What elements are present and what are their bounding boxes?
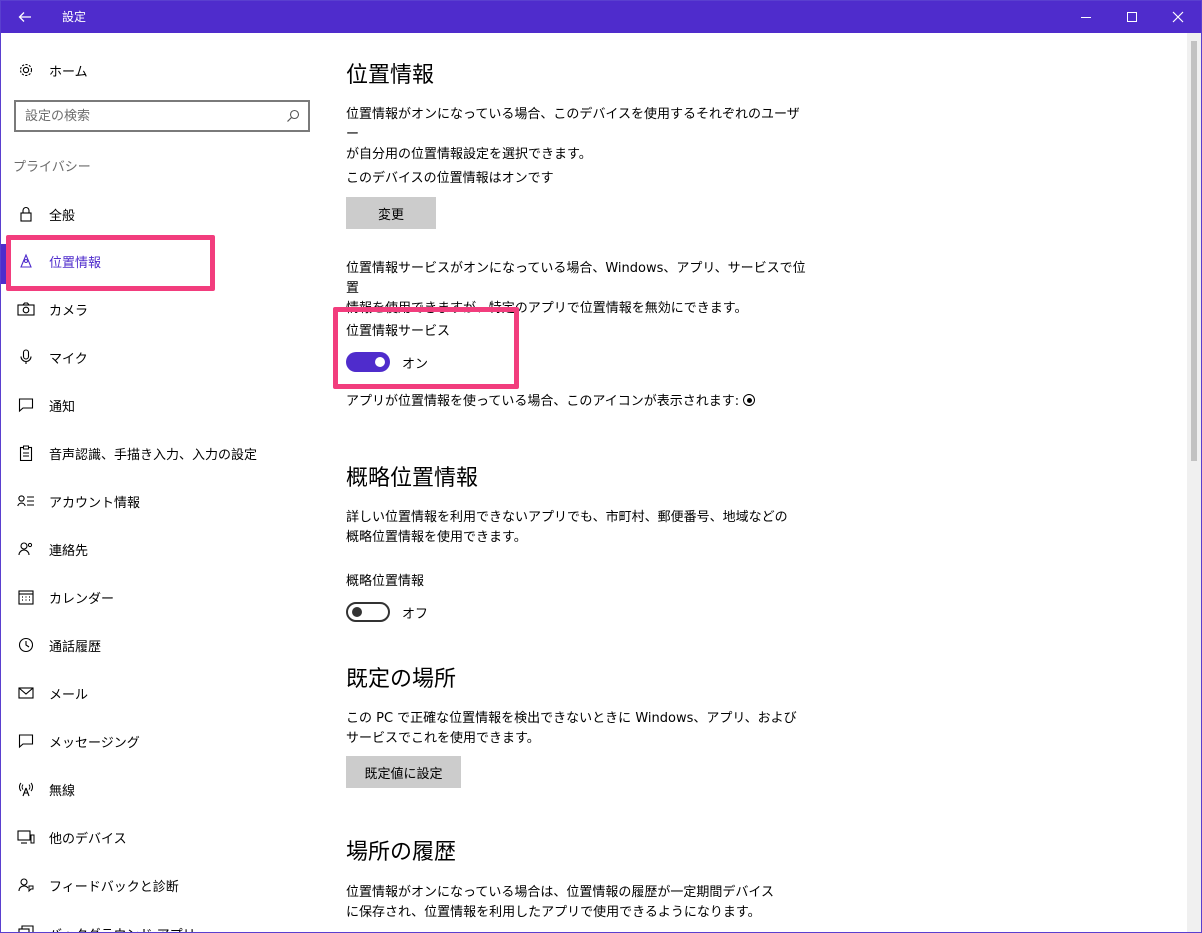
approximate-location-heading: 概略位置情報 bbox=[346, 466, 479, 491]
sidebar-item-label: 他のデバイス bbox=[49, 831, 127, 847]
sidebar-item-microphone[interactable]: マイク bbox=[1, 337, 331, 377]
default-location-description-line2: サービスでこれを使用できます。 bbox=[346, 731, 540, 746]
minimize-icon bbox=[1081, 16, 1091, 18]
sidebar-item-label: メール bbox=[49, 687, 89, 703]
sidebar-item-label: 音声認識、手描き入力、入力の設定 bbox=[49, 447, 258, 463]
approximate-location-toggle[interactable] bbox=[346, 602, 390, 622]
sidebar-item-contacts[interactable]: 連絡先 bbox=[1, 529, 331, 569]
minimize-button[interactable] bbox=[1063, 1, 1109, 33]
sidebar-item-radios[interactable]: 無線 bbox=[1, 769, 331, 809]
clipboard-icon bbox=[17, 444, 35, 462]
sidebar-item-label: カメラ bbox=[49, 303, 89, 319]
scroll-thumb[interactable] bbox=[1191, 41, 1197, 461]
window-title: 設定 bbox=[62, 10, 87, 24]
contacts-icon bbox=[17, 540, 35, 558]
sidebar-item-mail[interactable]: メール bbox=[1, 673, 331, 713]
call-history-icon bbox=[17, 636, 35, 654]
sidebar-item-label: 無線 bbox=[49, 783, 76, 799]
sidebar-item-label: バックグラウンド アプリ bbox=[49, 924, 196, 933]
maximize-icon bbox=[1127, 12, 1137, 22]
location-in-use-icon bbox=[743, 394, 756, 406]
sidebar-item-label: カレンダー bbox=[49, 591, 115, 607]
highlight-box-location-nav bbox=[6, 235, 215, 291]
location-icon-note: アプリが位置情報を使っている場合、このアイコンが表示されます: bbox=[346, 392, 826, 412]
location-description: 位置情報がオンになっている場合、このデバイスを使用するそれぞれのユーザー が自分… bbox=[346, 105, 806, 165]
sidebar-item-general[interactable]: 全般 bbox=[1, 194, 331, 234]
change-button[interactable]: 変更 bbox=[346, 197, 436, 229]
microphone-icon bbox=[17, 348, 35, 366]
account-info-icon bbox=[17, 492, 35, 510]
scrollbar[interactable] bbox=[1187, 33, 1201, 932]
sidebar-item-calendar[interactable]: カレンダー bbox=[1, 577, 331, 617]
arrow-left-icon bbox=[18, 12, 31, 22]
sidebar-item-messaging[interactable]: メッセージング bbox=[1, 721, 331, 761]
search-box[interactable] bbox=[14, 100, 310, 132]
calendar-icon bbox=[17, 588, 35, 606]
approximate-location-description-line1: 詳しい位置情報を利用できないアプリでも、市町村、郵便番号、地域などの bbox=[346, 510, 788, 525]
sidebar-item-label: 全般 bbox=[49, 208, 76, 224]
sidebar: ホーム プライバシー 全般 位置情報 カメラ マイク 通知 bbox=[1, 33, 331, 933]
sidebar-item-label: メッセージング bbox=[49, 735, 140, 751]
mail-icon bbox=[17, 684, 35, 702]
feedback-icon bbox=[17, 876, 35, 894]
background-apps-icon bbox=[17, 924, 35, 932]
highlight-box-location-service bbox=[333, 307, 519, 389]
toggle-knob bbox=[352, 607, 362, 617]
search-icon bbox=[287, 109, 300, 122]
default-location-heading: 既定の場所 bbox=[346, 667, 457, 692]
sidebar-item-label: 通話履歴 bbox=[49, 639, 102, 655]
close-button[interactable] bbox=[1155, 1, 1201, 33]
location-history-description: 位置情報がオンになっている場合は、位置情報の履歴が一定期間デバイス に保存され、… bbox=[346, 883, 806, 923]
gear-icon bbox=[17, 61, 35, 79]
home-link[interactable]: ホーム bbox=[17, 59, 88, 81]
approximate-location-label: 概略位置情報 bbox=[346, 574, 425, 589]
default-location-description-line1: この PC で正確な位置情報を検出できないときに Windows、アプリ、および bbox=[346, 711, 797, 726]
sidebar-item-label: 連絡先 bbox=[49, 543, 89, 559]
search-input[interactable] bbox=[16, 102, 276, 130]
sidebar-item-camera[interactable]: カメラ bbox=[1, 289, 331, 329]
location-description-line2: が自分用の位置情報設定を選択できます。 bbox=[346, 147, 592, 162]
approximate-location-state: オフ bbox=[402, 606, 429, 622]
approximate-location-description: 詳しい位置情報を利用できないアプリでも、市町村、郵便番号、地域などの 概略位置情… bbox=[346, 508, 806, 548]
approximate-location-toggle-row: オフ bbox=[346, 601, 428, 623]
devices-icon bbox=[17, 828, 35, 846]
sidebar-item-account-info[interactable]: アカウント情報 bbox=[1, 481, 331, 521]
notification-icon bbox=[17, 396, 35, 414]
location-history-heading: 場所の履歴 bbox=[346, 840, 457, 865]
device-location-status: このデバイスの位置情報はオンです bbox=[346, 171, 554, 186]
sidebar-item-background-apps[interactable]: バックグラウンド アプリ bbox=[1, 913, 331, 933]
approximate-location-description-line2: 概略位置情報を使用できます。 bbox=[346, 530, 527, 545]
sidebar-item-other-devices[interactable]: 他のデバイス bbox=[1, 817, 331, 857]
location-service-description-line1: 位置情報サービスがオンになっている場合、Windows、アプリ、サービスで位置 bbox=[346, 261, 806, 296]
section-label-privacy: プライバシー bbox=[13, 160, 91, 175]
default-location-description: この PC で正確な位置情報を検出できないときに Windows、アプリ、および… bbox=[346, 709, 806, 749]
sidebar-item-notifications[interactable]: 通知 bbox=[1, 385, 331, 425]
title-bar: 設定 bbox=[1, 1, 1201, 33]
sidebar-item-label: 通知 bbox=[49, 399, 76, 415]
camera-icon bbox=[17, 300, 35, 318]
location-icon-note-text: アプリが位置情報を使っている場合、このアイコンが表示されます: bbox=[346, 394, 740, 409]
sidebar-item-label: マイク bbox=[49, 351, 88, 367]
close-icon bbox=[1172, 11, 1184, 23]
sidebar-item-feedback[interactable]: フィードバックと診断 bbox=[1, 865, 331, 905]
lock-icon bbox=[17, 205, 35, 223]
home-label: ホーム bbox=[49, 64, 88, 80]
sidebar-item-speech-inking[interactable]: 音声認識、手描き入力、入力の設定 bbox=[1, 433, 331, 473]
maximize-button[interactable] bbox=[1109, 1, 1155, 33]
radio-icon bbox=[17, 780, 35, 798]
sidebar-item-label: フィードバックと診断 bbox=[49, 879, 179, 895]
sidebar-item-label: アカウント情報 bbox=[49, 495, 141, 511]
set-default-button[interactable]: 既定値に設定 bbox=[346, 756, 461, 788]
settings-window: 設定 ホーム プライバシー 全般 位置情報 カ bbox=[0, 0, 1202, 933]
page-title: 位置情報 bbox=[346, 63, 435, 88]
main-content: 位置情報 位置情報がオンになっている場合、このデバイスを使用するそれぞれのユーザ… bbox=[333, 33, 1166, 932]
messaging-icon bbox=[17, 732, 35, 750]
sidebar-item-call-history[interactable]: 通話履歴 bbox=[1, 625, 331, 665]
location-description-line1: 位置情報がオンになっている場合、このデバイスを使用するそれぞれのユーザー bbox=[346, 107, 800, 142]
back-button[interactable] bbox=[1, 1, 49, 33]
location-history-description-line2: に保存され、位置情報を利用したアプリで使用できるようになります。 bbox=[346, 905, 761, 920]
location-history-description-line1: 位置情報がオンになっている場合は、位置情報の履歴が一定期間デバイス bbox=[346, 885, 774, 900]
